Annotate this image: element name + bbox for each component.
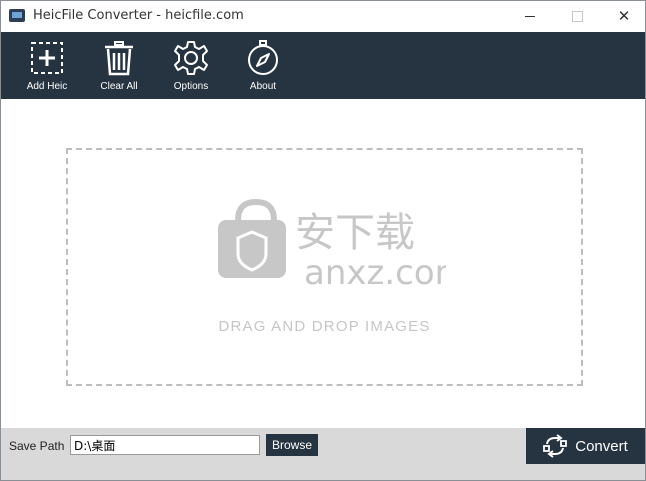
- trash-icon: [105, 41, 133, 76]
- save-path-label: Save Path: [9, 439, 65, 453]
- clear-all-button[interactable]: Clear All: [84, 32, 154, 99]
- window-title: HeicFile Converter - heicfile.com: [33, 8, 244, 23]
- watermark-logo: 安下载 anxz.com: [218, 198, 446, 293]
- about-label: About: [249, 81, 277, 92]
- add-square-icon: [31, 42, 63, 74]
- save-path-input[interactable]: [70, 435, 260, 455]
- drop-zone-text: DRAG AND DROP IMAGES: [218, 318, 431, 335]
- bottom-bar: Save Path Browse Convert: [1, 428, 645, 480]
- gear-icon: [174, 41, 208, 75]
- maximize-button[interactable]: [562, 5, 592, 27]
- options-label: Options: [173, 81, 209, 92]
- browse-button[interactable]: Browse: [266, 434, 318, 456]
- add-heic-button[interactable]: Add Heic: [12, 32, 82, 99]
- options-button[interactable]: Options: [156, 32, 226, 99]
- add-heic-label: Add Heic: [26, 81, 68, 92]
- convert-label: Convert: [575, 437, 628, 455]
- title-bar: HeicFile Converter - heicfile.com ✕: [1, 1, 645, 32]
- watermark-text: 安下载: [295, 210, 415, 256]
- compass-icon: [248, 40, 278, 75]
- toolbar: Add Heic Clear All Options About: [1, 32, 645, 99]
- convert-icon: [543, 434, 568, 458]
- watermark-domain: anxz.com: [304, 253, 446, 293]
- minimize-button[interactable]: [515, 5, 545, 27]
- convert-button[interactable]: Convert: [526, 428, 645, 464]
- drop-zone[interactable]: 安下载 anxz.com DRAG AND DROP IMAGES: [66, 148, 583, 386]
- about-button[interactable]: About: [228, 32, 298, 99]
- app-icon: [9, 9, 25, 22]
- clear-all-label: Clear All: [100, 81, 138, 92]
- app-window: HeicFile Converter - heicfile.com ✕ Add …: [0, 0, 646, 481]
- close-button[interactable]: ✕: [609, 5, 639, 27]
